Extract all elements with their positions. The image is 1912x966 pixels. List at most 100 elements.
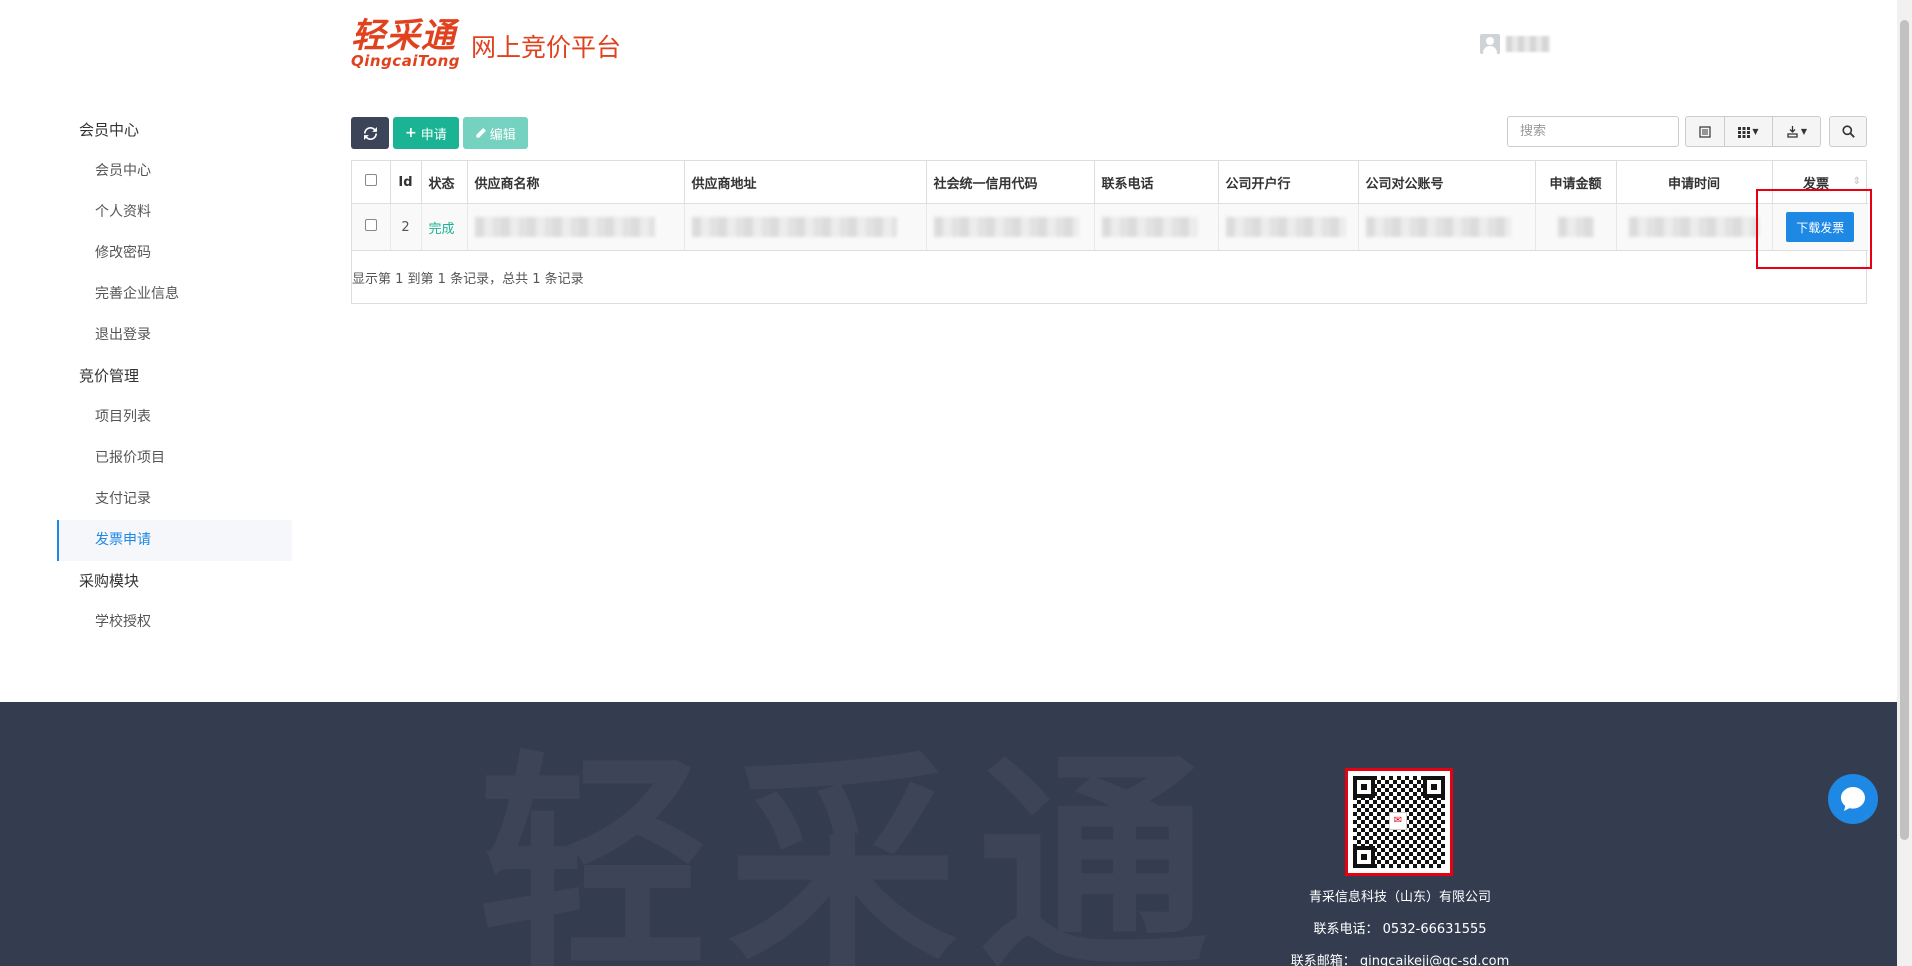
column-header-credit-code[interactable]: 社会统一信用代码 [926,161,1095,204]
export-icon [1787,125,1798,138]
sidebar-item-company-info[interactable]: 完善企业信息 [57,274,292,315]
search-icon [1841,125,1855,138]
footer-contact: 青采信息科技（山东）有限公司 联系电话： 0532-66631555 联系邮箱：… [1270,888,1530,966]
footer-email[interactable]: 联系邮箱： qingcaikeji@qc-sd.com [1270,952,1530,966]
sidebar-item-payment-records[interactable]: 支付记录 [57,479,292,520]
list-icon [1699,125,1711,138]
edit-button[interactable]: 编辑 [462,117,528,149]
sidebar-item-school-auth[interactable]: 学校授权 [57,602,292,643]
grid-icon [1738,126,1751,138]
column-header-apply-time[interactable]: 申请时间 [1616,161,1773,204]
sidebar: 会员中心 会员中心 个人资料 修改密码 完善企业信息 退出登录 竞价管理 项目列… [57,110,292,643]
table-view-controls: ▼ ▼ [1685,116,1821,147]
redacted-credit-code [933,217,1079,237]
cell-phone [1094,203,1219,251]
export-button[interactable]: ▼ [1773,116,1821,147]
column-header-supplier-name[interactable]: 供应商名称 [467,161,685,204]
redacted-phone [1101,217,1198,237]
cell-status: 完成 [421,203,468,251]
sidebar-item-invoice-apply[interactable]: 发票申请 [57,520,292,561]
sidebar-group-member: 会员中心 [79,121,140,139]
footer-phone: 联系电话： 0532-66631555 [1313,922,1487,937]
row-select-cell [352,203,391,251]
column-header-invoice[interactable]: 发票 ⇕ [1772,161,1868,204]
pencil-icon [476,127,486,138]
qr-code: ✉ [1345,768,1453,876]
footer-watermark: 轻采通 [478,733,1229,966]
redacted-bank [1225,217,1346,237]
username: 用户 [1506,36,1550,52]
platform-title: 网上竞价平台 [471,33,622,62]
cell-bank [1218,203,1359,251]
table-header-row: Id 状态 供应商名称 供应商地址 社会统一信用代码 联系电话 公司开户行 公司… [352,161,1868,204]
toggle-card-view-button[interactable] [1685,116,1725,147]
qr-finder-icon [1353,846,1375,868]
select-all-checkbox[interactable] [364,174,377,186]
cell-invoice-action: 下载发票 [1772,203,1868,251]
cell-account [1358,203,1536,251]
qr-finder-icon [1353,776,1375,798]
logo-text-cn: 轻采通 [351,16,456,56]
sidebar-item-profile[interactable]: 个人资料 [57,192,292,233]
sidebar-item-logout[interactable]: 退出登录 [57,315,292,356]
sidebar-group-procurement: 采购模块 [79,572,140,590]
search-button[interactable] [1829,116,1867,147]
column-header-bank[interactable]: 公司开户行 [1218,161,1359,204]
download-invoice-button[interactable]: 下载发票 [1786,212,1855,242]
invoice-table-panel: Id 状态 供应商名称 供应商地址 社会统一信用代码 联系电话 公司开户行 公司… [351,160,1868,304]
column-header-account[interactable]: 公司对公账号 [1358,161,1536,204]
page-scrollbar[interactable] [1897,0,1912,966]
cell-supplier-address [684,203,927,251]
redacted-supplier-address [691,217,897,237]
row-checkbox[interactable] [364,219,377,231]
footer-company: 青采信息科技（山东）有限公司 [1308,890,1491,905]
column-header-id[interactable]: Id [390,161,422,204]
sidebar-group-bidding: 竞价管理 [79,367,140,385]
edit-button-label: 编辑 [489,127,516,143]
redacted-amount [1557,217,1594,237]
qr-code-pattern: ✉ [1353,776,1445,868]
column-header-amount[interactable]: 申请金额 [1535,161,1617,204]
sidebar-item-member-center[interactable]: 会员中心 [57,151,292,192]
plus-icon: + [405,125,417,141]
redacted-account [1365,217,1511,237]
user-menu[interactable]: 用户 [1480,34,1550,54]
column-header-status[interactable]: 状态 [421,161,468,204]
columns-toggle-button[interactable]: ▼ [1725,116,1773,147]
redacted-supplier-name [474,217,655,237]
table-toolbar: + 申请 编辑 [351,117,528,149]
caret-down-icon: ▼ [1800,127,1808,136]
brand-logo[interactable]: 轻采通 QingcaiTong [351,16,460,70]
column-header-phone[interactable]: 联系电话 [1094,161,1219,204]
cell-id: 2 [390,203,422,251]
column-header-invoice-label: 发票 [1803,176,1830,192]
sidebar-item-quoted-projects[interactable]: 已报价项目 [57,438,292,479]
chat-button[interactable] [1828,774,1878,824]
logo-text-en: QingcaiTong [351,52,460,70]
footer: 轻采通 ✉ 青采信息科技（山东）有限公司 联系电话： 0532-66631555… [0,702,1897,966]
chat-bubble-icon [1841,787,1865,811]
apply-button-label: 申请 [420,127,447,143]
pagination-info: 显示第 1 到第 1 条记录，总共 1 条记录 [352,272,584,287]
cell-credit-code [926,203,1095,251]
table-row: 2 完成 下载发票 [352,203,1868,251]
select-all-cell [352,161,391,204]
sort-icon: ⇕ [1852,175,1861,187]
sidebar-item-project-list[interactable]: 项目列表 [57,397,292,438]
cell-amount [1535,203,1617,251]
scrollbar-thumb[interactable] [1900,20,1909,840]
cell-supplier-name [467,203,685,251]
apply-button[interactable]: + 申请 [393,117,459,149]
cell-apply-time [1616,203,1773,251]
redacted-apply-time [1629,217,1759,237]
caret-down-icon: ▼ [1752,127,1759,136]
column-header-supplier-address[interactable]: 供应商地址 [684,161,927,204]
user-avatar-icon [1480,34,1500,54]
qr-finder-icon [1423,776,1445,798]
mail-icon: ✉ [1389,812,1407,830]
search-input[interactable] [1507,116,1679,147]
refresh-button[interactable] [351,117,389,149]
invoice-table: Id 状态 供应商名称 供应商地址 社会统一信用代码 联系电话 公司开户行 公司… [352,161,1868,251]
sidebar-item-change-password[interactable]: 修改密码 [57,233,292,274]
refresh-icon [363,126,377,140]
